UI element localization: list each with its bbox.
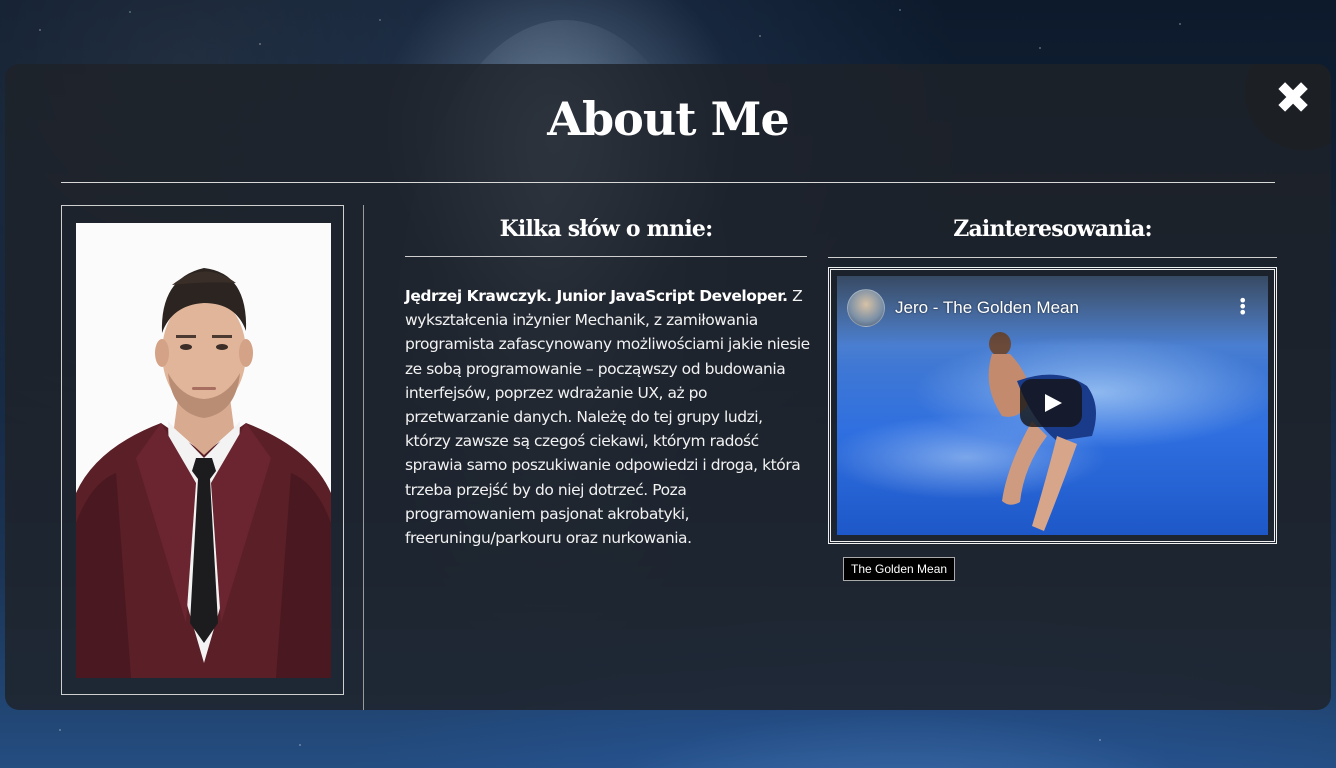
video-player[interactable]: Jero - The Golden Mean • • •	[837, 276, 1268, 535]
about-intro-bold: Jędrzej Krawczyk. Junior JavaScript Deve…	[405, 287, 788, 305]
about-modal: ✖ About Me Kilka słów o mnie: Jędrzej Kr…	[5, 64, 1331, 710]
column-divider	[363, 205, 364, 710]
about-heading-divider	[405, 256, 807, 257]
about-intro-text: Z wykształcenia inżynier Mechanik, z zam…	[405, 287, 810, 548]
page-title: About Me	[547, 92, 789, 146]
video-tag[interactable]: The Golden Mean	[843, 557, 956, 581]
profile-photo-frame	[61, 205, 344, 695]
channel-avatar[interactable]	[847, 289, 885, 327]
play-icon	[1045, 394, 1062, 412]
title-divider	[61, 182, 1275, 183]
profile-photo	[76, 223, 331, 678]
interests-heading: Zainteresowania:	[953, 216, 1152, 242]
video-frame: Jero - The Golden Mean • • •	[828, 267, 1277, 544]
video-thumbnail-figure	[988, 332, 1096, 531]
play-button[interactable]	[1020, 379, 1082, 427]
about-text: Jędrzej Krawczyk. Junior JavaScript Deve…	[405, 284, 810, 550]
interests-heading-divider	[828, 257, 1277, 258]
more-vertical-icon[interactable]: • • •	[1238, 293, 1247, 321]
portrait-illustration	[76, 223, 331, 678]
video-title[interactable]: Jero - The Golden Mean	[895, 298, 1079, 318]
about-heading: Kilka słów o mnie:	[499, 216, 714, 242]
